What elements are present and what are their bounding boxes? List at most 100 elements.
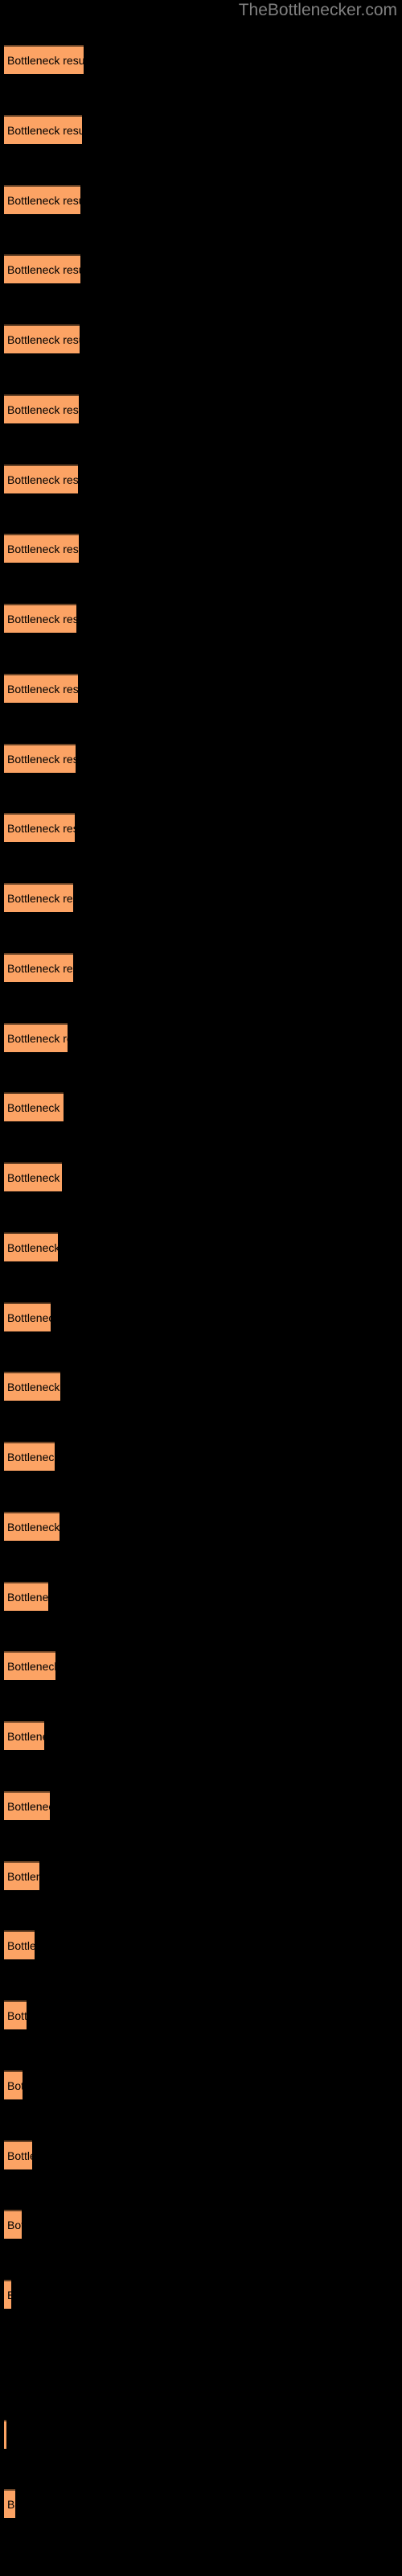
bar-label: Bottleneck result <box>7 263 80 276</box>
bar-label: Bottleneck result <box>7 1660 55 1673</box>
bar-row: Bottleneck result <box>0 185 402 214</box>
bottleneck-result-bar[interactable]: Bottleneck result <box>4 2420 6 2449</box>
bar-row: Bottleneck result <box>0 2140 402 2169</box>
bar-row: Bottleneck result <box>0 2210 402 2239</box>
bar-label: Bottleneck result <box>7 962 73 975</box>
bar-row: Bottleneck result <box>0 2489 402 2518</box>
bar-row: Bottleneck result <box>0 1023 402 1052</box>
bottleneck-result-bar[interactable]: Bottleneck result <box>4 1023 68 1052</box>
bar-row: Bottleneck result <box>0 254 402 283</box>
bar-label: Bottleneck result <box>7 1800 50 1813</box>
bottleneck-result-bar[interactable]: Bottleneck result <box>4 254 80 283</box>
bar-row: Bottleneck result <box>0 2420 402 2449</box>
bar-label: Bottleneck result <box>7 473 78 486</box>
bottleneck-result-bar[interactable]: Bottleneck result <box>4 1791 50 1820</box>
bar-label: Bottleneck result <box>7 2079 23 2092</box>
bar-label: Bottleneck result <box>7 333 80 346</box>
bottleneck-result-bar[interactable]: Bottleneck result <box>4 883 73 912</box>
bar-row: Bottleneck result <box>0 1232 402 1261</box>
bar-label: Bottleneck result <box>7 194 80 207</box>
bar-label: Bottleneck result <box>7 1101 64 1114</box>
bar-row: Bottleneck result <box>0 464 402 493</box>
bottleneck-result-bar[interactable]: Bottleneck result <box>4 1861 39 1890</box>
bar-label: Bottleneck result <box>7 2149 32 2162</box>
bottleneck-result-bar[interactable]: Bottleneck result <box>4 1302 51 1331</box>
bar-label: Bottleneck result <box>7 2219 22 2231</box>
bar-label: Bottleneck result <box>7 753 76 766</box>
bottleneck-result-bar[interactable]: Bottleneck result <box>4 324 80 353</box>
bar-label: Bottleneck result <box>7 403 79 416</box>
bar-label: Bottleneck result <box>7 1311 51 1324</box>
bottleneck-result-bar[interactable]: Bottleneck result <box>4 1721 44 1750</box>
bottleneck-result-bar[interactable]: Bottleneck result <box>4 1162 62 1191</box>
bottleneck-result-bar[interactable]: Bottleneck result <box>4 744 76 773</box>
bar-row: Bottleneck result <box>0 1930 402 1959</box>
bottleneck-result-bar[interactable]: Bottleneck result <box>4 115 82 144</box>
bar-row: Bottleneck result <box>0 883 402 912</box>
bottleneck-result-bar[interactable]: Bottleneck result <box>4 674 78 703</box>
bottleneck-result-bar[interactable]: Bottleneck result <box>4 185 80 214</box>
bar-label: Bottleneck result <box>7 822 75 835</box>
bar-row: Bottleneck result <box>0 1651 402 1680</box>
bar-row: Bottleneck result <box>0 394 402 423</box>
bar-label: Bottleneck result <box>7 54 84 67</box>
bottleneck-result-bar[interactable]: Bottleneck result <box>4 45 84 74</box>
bar-label: Bottleneck result <box>7 683 78 696</box>
bar-label: Bottleneck result <box>7 1730 44 1743</box>
bottleneck-result-bar[interactable]: Bottleneck result <box>4 2070 23 2099</box>
bar-row: Bottleneck result <box>0 953 402 982</box>
bar-row: Bottleneck result <box>0 2350 402 2379</box>
bar-label: Bottleneck result <box>7 892 73 905</box>
bar-label: Bottleneck result <box>7 1870 39 1883</box>
bottleneck-result-bar[interactable]: Bottleneck result <box>4 813 75 842</box>
bar-row: Bottleneck result <box>0 2070 402 2099</box>
bar-row: Bottleneck result <box>0 1582 402 1611</box>
bottleneck-result-bar[interactable]: Bottleneck result <box>4 534 79 563</box>
bottleneck-bar-chart: Bottleneck result Bottleneck result Bottle… <box>0 0 402 2576</box>
bottleneck-result-bar[interactable]: Bottleneck result <box>4 1372 60 1401</box>
bar-row: Bottleneck result <box>0 534 402 563</box>
bar-row: Bottleneck result <box>0 324 402 353</box>
bottleneck-result-bar[interactable]: Bottleneck result <box>4 2210 22 2239</box>
bar-label: Bottleneck result <box>7 124 82 137</box>
bottleneck-result-bar[interactable]: Bottleneck result <box>4 1651 55 1680</box>
bar-row: Bottleneck result <box>0 604 402 633</box>
bar-row: Bottleneck result <box>0 1162 402 1191</box>
bar-row: Bottleneck result <box>0 1791 402 1820</box>
bottleneck-result-bar[interactable]: Bottleneck result <box>4 1930 35 1959</box>
bottleneck-result-bar[interactable]: Bottleneck result <box>4 464 78 493</box>
bar-label: Bottleneck result <box>7 1171 62 1184</box>
bar-label: Bottleneck result <box>7 613 76 625</box>
bar-label: Bottleneck result <box>7 1032 68 1045</box>
bar-label: Bottleneck result <box>7 2498 15 2511</box>
bottleneck-result-bar[interactable]: Bottleneck result <box>4 953 73 982</box>
bar-row: Bottleneck result <box>0 674 402 703</box>
bottleneck-result-bar[interactable]: Bottleneck result <box>4 2000 27 2029</box>
bottleneck-result-bar[interactable]: Bottleneck result <box>4 2280 11 2309</box>
bar-row: Bottleneck result <box>0 1442 402 1471</box>
bar-row: Bottleneck result <box>0 1861 402 1890</box>
bar-label: Bottleneck result <box>7 1591 48 1604</box>
bottleneck-result-bar[interactable]: Bottleneck result <box>4 1582 48 1611</box>
bar-row: Bottleneck result <box>0 813 402 842</box>
bar-row: Bottleneck result <box>0 1721 402 1750</box>
bar-row: Bottleneck result <box>0 2280 402 2309</box>
bottleneck-result-bar[interactable]: Bottleneck result <box>4 1512 59 1541</box>
bar-row: Bottleneck result <box>0 744 402 773</box>
bottleneck-result-bar[interactable]: Bottleneck result <box>4 394 79 423</box>
bar-row: Bottleneck result <box>0 1512 402 1541</box>
bar-label: Bottleneck result <box>7 1521 59 1534</box>
bottleneck-result-bar[interactable]: Bottleneck result <box>4 2140 32 2169</box>
bar-row: Bottleneck result <box>0 45 402 74</box>
bar-row: Bottleneck result <box>0 1372 402 1401</box>
bar-row: Bottleneck result <box>0 115 402 144</box>
bottleneck-result-bar[interactable]: Bottleneck result <box>4 1232 58 1261</box>
bar-label: Bottleneck result <box>7 2009 27 2022</box>
bottleneck-result-bar[interactable]: Bottleneck result <box>4 604 76 633</box>
bar-row: Bottleneck result <box>0 1302 402 1331</box>
bar-label: Bottleneck result <box>7 543 79 555</box>
bar-label: Bottleneck result <box>7 1241 58 1254</box>
bottleneck-result-bar[interactable]: Bottleneck result <box>4 1442 55 1471</box>
bottleneck-result-bar[interactable]: Bottleneck result <box>4 1092 64 1121</box>
bottleneck-result-bar[interactable]: Bottleneck result <box>4 2489 15 2518</box>
